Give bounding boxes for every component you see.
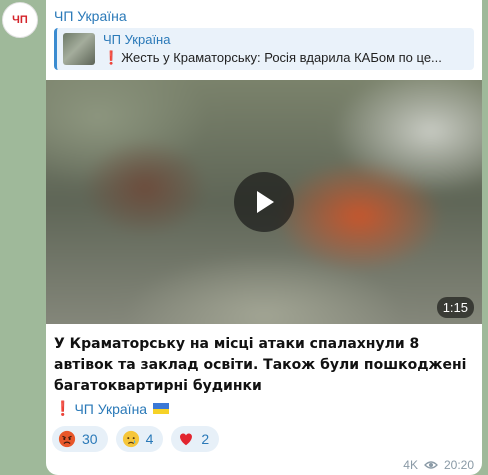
view-count: 4K bbox=[403, 458, 418, 472]
reply-text: Жесть у Краматорську: Росія вдарила КАБо… bbox=[121, 50, 442, 65]
avatar-text: ЧП bbox=[12, 14, 28, 26]
reaction-crying[interactable]: 4 bbox=[115, 426, 164, 452]
reaction-heart[interactable]: 2 bbox=[171, 426, 220, 452]
reply-text-container: ❗ Жесть у Краматорську: Росія вдарила КАБ… bbox=[103, 50, 468, 66]
red-heart-icon bbox=[180, 433, 193, 446]
reply-title: ЧП Україна bbox=[103, 32, 171, 47]
video-duration: 1:15 bbox=[436, 297, 474, 318]
message-body: У Краматорську на місці атаки спалахнули… bbox=[54, 336, 467, 394]
play-button[interactable] bbox=[234, 172, 294, 232]
reply-thumbnail bbox=[63, 33, 95, 65]
crying-face-icon bbox=[122, 430, 139, 448]
signature-link[interactable]: ❗ ЧП Україна bbox=[54, 400, 170, 417]
message-bubble: ЧП Україна ЧП Україна ❗ Жесть у Краматорс… bbox=[46, 0, 482, 475]
video-player[interactable]: 1:15 bbox=[46, 80, 482, 324]
angry-face-icon bbox=[58, 430, 76, 448]
channel-avatar[interactable]: ЧП bbox=[2, 2, 38, 38]
reaction-angry[interactable]: 30 bbox=[52, 426, 108, 452]
exclamation-icon: ❗ bbox=[103, 50, 120, 65]
channel-name-link[interactable]: ЧП Україна bbox=[54, 8, 127, 24]
ukraine-flag-icon bbox=[153, 403, 170, 414]
play-icon bbox=[257, 191, 274, 213]
message-time: 20:20 bbox=[443, 458, 474, 472]
reply-preview[interactable]: ЧП Україна ❗ Жесть у Краматорську: Росія … bbox=[54, 28, 474, 70]
reactions-bar: 30 4 2 bbox=[52, 426, 220, 452]
message-meta: 4K 20:20 bbox=[403, 458, 474, 472]
message-text: У Краматорську на місці атаки спалахнули… bbox=[54, 334, 478, 397]
reaction-count: 30 bbox=[82, 431, 98, 447]
reaction-count: 4 bbox=[145, 431, 154, 447]
reaction-count: 2 bbox=[201, 431, 210, 447]
signature-text: ЧП Україна bbox=[74, 400, 148, 417]
exclamation-icon: ❗ bbox=[54, 400, 72, 416]
eye-icon bbox=[424, 461, 438, 469]
